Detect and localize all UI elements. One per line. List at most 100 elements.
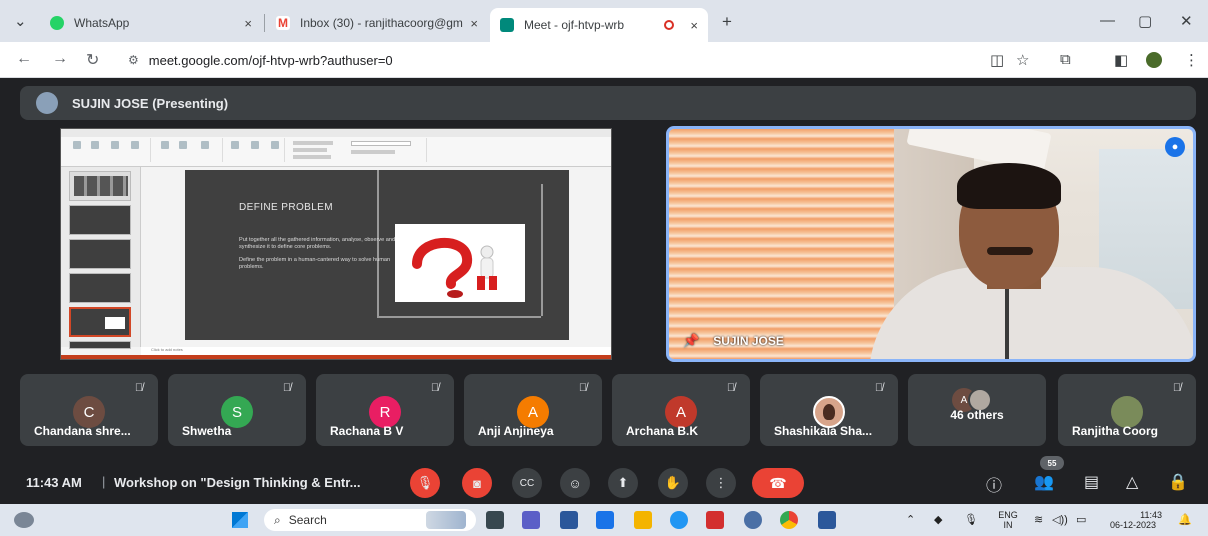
participant-name: Shashikala Sha... <box>774 424 873 438</box>
windows-taskbar: ⌕ Search ⌃ ◆ 🎙 ENG IN ≋ ◁)) ▭ 11:43 06-1… <box>0 504 1208 536</box>
participant-tile[interactable]: 🎙̸ A Anji Anjineya <box>464 374 602 446</box>
browser-tab-strip: ⌄ WhatsApp × M Inbox (30) - ranjithacoor… <box>0 0 1208 42</box>
word-icon[interactable] <box>818 511 836 529</box>
windows-start-icon[interactable] <box>232 512 248 528</box>
recording-icon <box>664 20 674 30</box>
chat-icon[interactable]: ▤ <box>1084 472 1099 492</box>
clock[interactable]: 11:43 06-12-2023 <box>1104 510 1162 530</box>
tray-app-icon[interactable]: ◆ <box>934 513 942 526</box>
address-bar[interactable]: ⚙ meet.google.com/ojf-htvp-wrb?authuser=… <box>118 46 988 74</box>
slide-thumbnail[interactable] <box>69 205 131 235</box>
present-screen-button[interactable]: ⬆ <box>608 468 638 498</box>
current-slide: DEFINE PROBLEM Put together all the gath… <box>185 170 569 340</box>
chrome-icon[interactable] <box>780 511 798 529</box>
bookmark-star-icon[interactable]: ☆ <box>1016 51 1029 69</box>
slide-thumbnail[interactable] <box>69 273 131 303</box>
screenshare-tile[interactable]: DEFINE PROBLEM Put together all the gath… <box>60 128 612 360</box>
show-hidden-icons-icon[interactable]: ⌃ <box>906 513 915 526</box>
search-icon: ⌕ <box>274 512 281 527</box>
side-panel-icon[interactable]: ◧ <box>1114 51 1128 69</box>
menu-kebab-icon[interactable]: ⋮ <box>1184 51 1199 69</box>
clock-date: 06-12-2023 <box>1109 520 1157 530</box>
ppt-titlebar <box>61 129 611 137</box>
slide-thumbnail[interactable] <box>69 171 131 201</box>
back-arrow-icon[interactable]: ← <box>16 50 32 68</box>
minimize-icon[interactable]: — <box>1100 12 1115 29</box>
volume-icon[interactable]: ◁)) <box>1052 513 1068 526</box>
battery-icon[interactable]: ▭ <box>1076 513 1086 526</box>
tab-search-chevron-icon[interactable]: ⌄ <box>14 12 27 30</box>
participant-tile[interactable]: 🎙̸ C Chandana shre... <box>20 374 158 446</box>
participant-tile[interactable]: 🎙̸ Ranjitha Coorg <box>1058 374 1196 446</box>
app-icon[interactable] <box>596 511 614 529</box>
camera-off-button[interactable]: ◙ <box>462 468 492 498</box>
participant-tile[interactable]: 🎙̸ R Rachana B V <box>316 374 454 446</box>
slide-thumbnail-selected[interactable] <box>69 307 131 337</box>
participant-tile[interactable]: 🎙̸ A Archana B.K <box>612 374 750 446</box>
question-mark-icon <box>412 238 497 298</box>
edge-icon[interactable] <box>670 511 688 529</box>
tab-close-icon[interactable]: × <box>690 18 698 33</box>
notes-pane[interactable]: Click to add notes <box>141 347 611 355</box>
tab-gmail[interactable]: M Inbox (30) - ranjithacoorg@gm × <box>266 8 488 38</box>
language-indicator[interactable]: ENG IN <box>996 510 1020 530</box>
ppt-ribbon <box>61 129 611 167</box>
leave-call-button[interactable]: ☎ <box>752 468 804 498</box>
more-options-button[interactable]: ⋮ <box>706 468 736 498</box>
taskbar-search[interactable]: ⌕ Search <box>264 509 476 531</box>
app-icon[interactable] <box>744 511 762 529</box>
mic-off-button[interactable]: 🎙 <box>410 468 440 498</box>
participant-tile[interactable]: 🎙̸ S Shwetha <box>168 374 306 446</box>
slide-thumbnail[interactable] <box>69 239 131 269</box>
wifi-icon[interactable]: ≋ <box>1034 513 1043 526</box>
store-icon[interactable] <box>560 511 578 529</box>
meeting-info-icon[interactable]: ⓘ <box>986 472 1002 496</box>
camera-indicator-icon[interactable]: ◫ <box>990 51 1004 69</box>
people-icon[interactable]: 👥 <box>1034 472 1054 492</box>
tab-meet[interactable]: Meet - ojf-htvp-wrb × <box>490 8 708 42</box>
reactions-button[interactable]: ☺ <box>560 468 590 498</box>
lang-bottom: IN <box>1003 520 1013 530</box>
close-window-icon[interactable]: ✕ <box>1180 12 1193 30</box>
tab-label: WhatsApp <box>74 16 130 30</box>
participant-tile[interactable]: 🎙̸ Shashikala Sha... <box>760 374 898 446</box>
speaking-indicator-icon: ⦁ <box>1165 137 1185 157</box>
tab-whatsapp[interactable]: WhatsApp × <box>40 8 262 38</box>
tab-close-icon[interactable]: × <box>244 16 252 31</box>
clock-time: 11:43 <box>1140 510 1162 520</box>
pin-icon[interactable]: 📌 <box>683 333 699 349</box>
host-controls-icon[interactable]: 🔒 <box>1168 472 1188 492</box>
reload-icon[interactable]: ↻ <box>86 50 99 70</box>
question-mark-illustration <box>395 224 525 302</box>
tab-divider <box>264 14 265 32</box>
captions-button[interactable]: CC <box>512 468 542 498</box>
tab-close-icon[interactable]: × <box>470 16 478 31</box>
activities-icon[interactable]: △ <box>1126 472 1138 492</box>
microphone-icon[interactable]: 🎙 <box>964 513 978 526</box>
notification-bell-icon[interactable]: 🔔 <box>1178 513 1192 526</box>
teams-icon[interactable] <box>522 511 540 529</box>
file-explorer-icon[interactable] <box>634 511 652 529</box>
speaker-name-label: 📌 SUJIN JOSE <box>683 333 784 349</box>
active-speaker-tile[interactable]: ⦁ 📌 SUJIN JOSE <box>666 126 1196 362</box>
presenting-banner: SUJIN JOSE (Presenting) <box>20 86 1196 120</box>
others-tile[interactable]: A 46 others <box>908 374 1046 446</box>
task-view-icon[interactable] <box>486 511 504 529</box>
speaker-mustache <box>987 247 1033 255</box>
others-count: 46 others <box>950 408 1004 422</box>
ribbon-icon <box>251 141 259 149</box>
slide-paragraph: Define the problem in a human-cantered w… <box>239 257 391 270</box>
restore-icon[interactable]: ▢ <box>1138 12 1152 30</box>
new-tab-button[interactable]: + <box>722 12 732 32</box>
mcafee-icon[interactable] <box>706 511 724 529</box>
meeting-time: 11:43 AM <box>26 475 82 490</box>
raise-hand-button[interactable]: ✋ <box>658 468 688 498</box>
slide-frame-line <box>541 184 543 316</box>
extensions-icon[interactable]: ⧉ <box>1060 51 1071 68</box>
gmail-icon: M <box>276 16 290 30</box>
forward-arrow-icon[interactable]: → <box>52 50 68 68</box>
weather-icon[interactable] <box>14 512 34 528</box>
slide-thumbnail[interactable] <box>69 341 131 349</box>
site-settings-icon[interactable]: ⚙ <box>128 53 139 67</box>
profile-avatar[interactable] <box>1146 52 1162 68</box>
